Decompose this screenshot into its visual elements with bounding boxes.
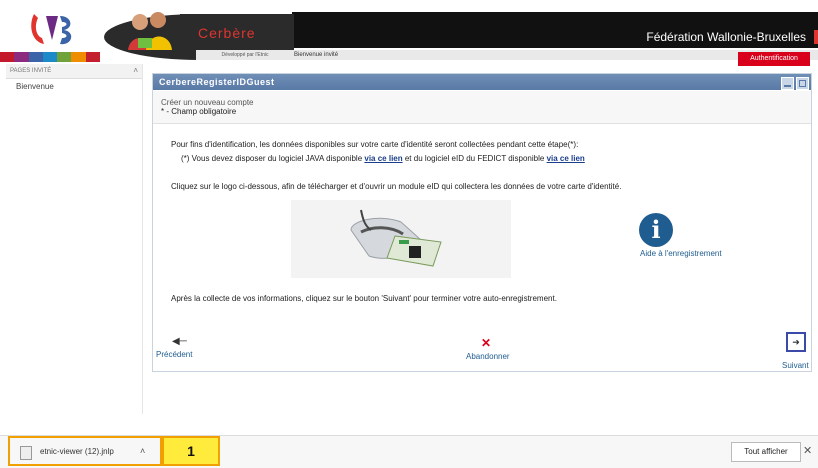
info-click-logo: Cliquez sur le logo ci-dessous, afin de … [171,182,622,191]
federation-accent [814,30,818,44]
header: Cerbère Développé par l'Etnic Bienvenue … [0,0,818,62]
abandon-button[interactable]: Abandonner [466,352,510,361]
color-swatch [42,52,58,62]
eid-reader-image[interactable] [291,200,511,278]
download-item[interactable]: etnic-viewer (12).jnlp ˄ [8,436,162,466]
previous-button[interactable]: Précédent [156,350,192,359]
arrow-left-icon[interactable]: ◀─ [172,336,187,347]
color-swatch [0,52,15,62]
java-link[interactable]: via ce lien [364,154,402,163]
color-swatch [71,52,86,62]
next-button[interactable]: Suivant [782,361,809,370]
help-registration-link[interactable]: Aide à l'enregistrement [640,249,722,258]
color-swatch [57,52,72,62]
panel-subheader: Créer un nouveau compte * - Champ obliga… [153,91,811,124]
annotation-badge: 1 [162,436,220,466]
color-swatch [85,52,100,62]
sidebar: PAGES INVITÉ ˄ Bienvenue [6,64,143,414]
sidebar-title: PAGES INVITÉ [10,68,52,74]
info-help-icon[interactable]: i [639,213,673,247]
panel-titlebar: CerbereRegisterIDGuest [153,74,811,90]
close-icon[interactable]: ✕ [803,444,812,457]
fwb-logo [31,14,72,45]
federation-title: Fédération Wallonie-Bruxelles [646,30,806,44]
info-after-collect: Après la collecte de vos informations, c… [171,294,557,303]
arrow-right-icon[interactable]: ➜ [786,332,806,352]
info-requirements: (*) Vous devez disposer du logiciel JAVA… [181,154,585,163]
info-requirements-text-b: et du logiciel eID du FEDICT disponible [402,154,547,163]
file-icon [20,446,32,460]
mascot-icon [128,12,172,50]
eid-link[interactable]: via ce lien [547,154,585,163]
register-panel: CerbereRegisterIDGuest Créer un nouveau … [152,73,812,372]
sidebar-header: PAGES INVITÉ ˄ [6,64,142,79]
chevron-up-icon[interactable]: ˄ [140,446,145,456]
maximize-button[interactable] [796,77,809,90]
sidebar-item-bienvenue[interactable]: Bienvenue [16,82,54,91]
color-swatch [28,52,43,62]
required-note: * - Champ obligatoire [161,107,237,116]
developer-line: Développé par l'Etnic [196,50,294,60]
app-name: Cerbère [198,25,256,41]
chevron-up-icon[interactable]: ˄ [133,64,138,78]
panel-subtitle: Créer un nouveau compte [161,98,254,107]
minimize-button[interactable] [781,77,794,90]
download-file-name[interactable]: etnic-viewer (12).jnlp [40,447,114,456]
show-all-button[interactable]: Tout afficher [731,442,801,462]
info-requirements-text-a: (*) Vous devez disposer du logiciel JAVA… [181,154,365,163]
color-bar [0,52,100,62]
welcome-text: Bienvenue invité [294,52,339,58]
authentication-button[interactable]: Authentification [738,52,810,66]
cancel-x-icon[interactable]: ✕ [481,336,491,350]
info-identification: Pour fins d'identification, les données … [171,140,579,149]
panel-title: CerbereRegisterIDGuest [159,77,275,87]
color-swatch [14,52,29,62]
